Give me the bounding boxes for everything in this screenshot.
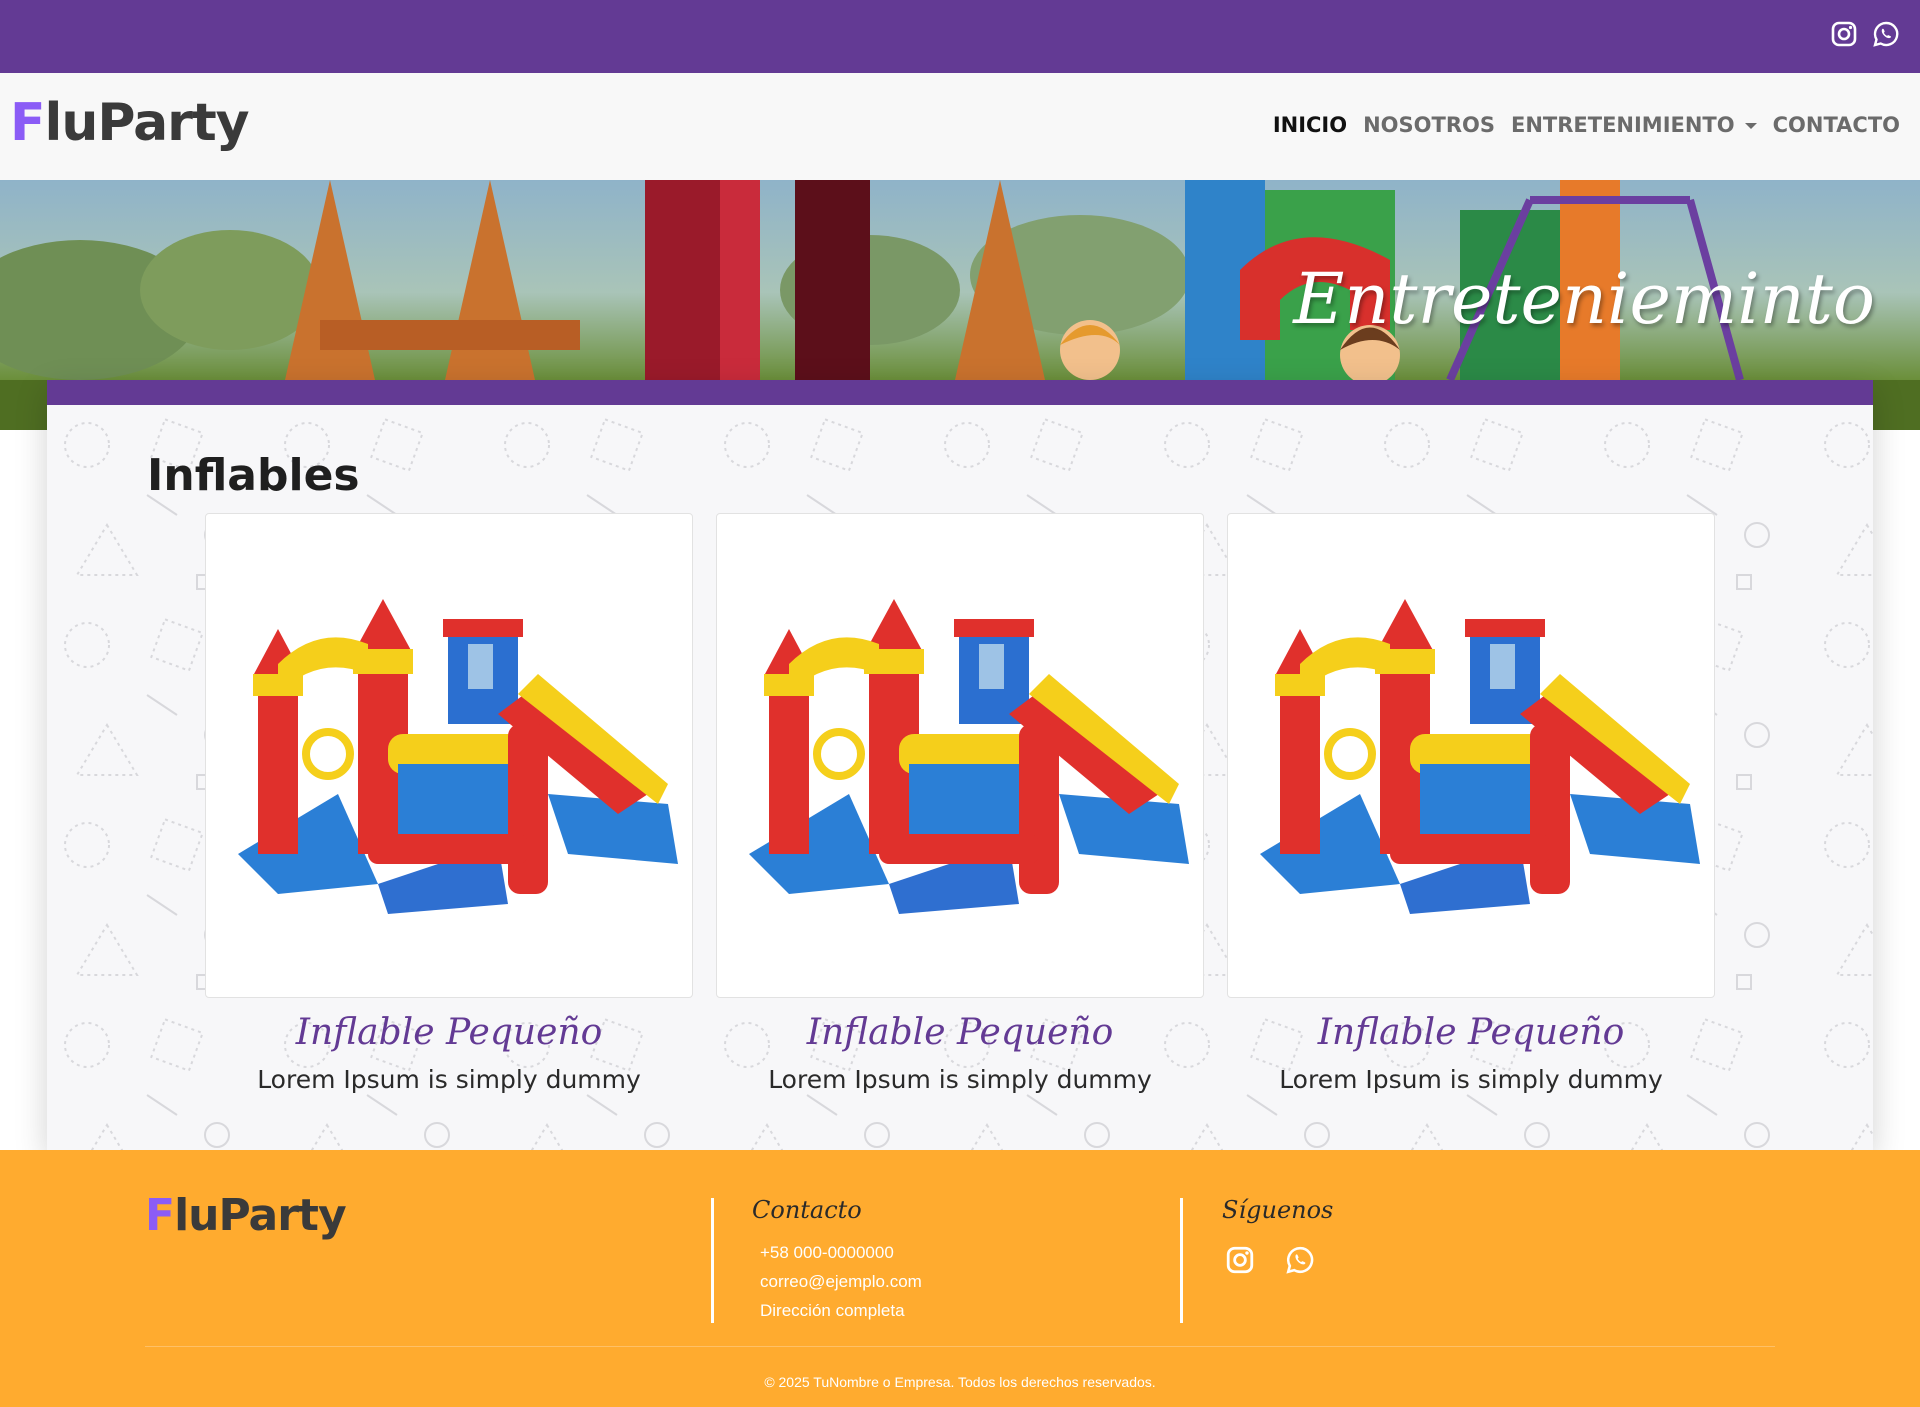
- footer-divider: [1180, 1198, 1183, 1323]
- nav-contacto[interactable]: CONTACTO: [1773, 113, 1900, 137]
- contact-address: Dirección completa: [760, 1301, 905, 1320]
- logo-first-letter: F: [10, 93, 46, 153]
- hero-title: Entretenieminto: [1293, 258, 1875, 340]
- product-card[interactable]: Inflable Pequeño Lorem Ipsum is simply d…: [716, 513, 1204, 1094]
- product-card[interactable]: Inflable Pequeño Lorem Ipsum is simply d…: [1227, 513, 1715, 1094]
- nav-entretenimiento-label: ENTRETENIMIENTO: [1510, 113, 1735, 137]
- footer-logo[interactable]: FluParty: [145, 1190, 347, 1241]
- card-accent-bar: [47, 380, 1873, 405]
- contact-email[interactable]: correo@ejemplo.com: [760, 1267, 922, 1296]
- product-description: Lorem Ipsum is simply dummy: [257, 1065, 641, 1094]
- whatsapp-icon[interactable]: [1285, 1245, 1315, 1275]
- copyright: © 2025 TuNombre o Empresa. Todos los der…: [764, 1374, 1156, 1390]
- product-image-frame: [716, 513, 1204, 998]
- contact-phone[interactable]: +58 000-0000000: [760, 1238, 922, 1267]
- bounce-house-image: [238, 599, 678, 914]
- contact-heading: Contacto: [752, 1196, 862, 1224]
- footer-separator: [145, 1346, 1775, 1347]
- content-card: Inflables Inflable Pequeño Lorem Ipsum i…: [47, 380, 1873, 1150]
- brand-logo[interactable]: FluParty: [10, 93, 250, 153]
- logo-text: luParty: [44, 93, 250, 153]
- product-image-frame: [1227, 513, 1715, 998]
- whatsapp-icon[interactable]: [1872, 20, 1900, 48]
- bounce-house-image: [749, 599, 1189, 914]
- nav-entretenimiento[interactable]: ENTRETENIMIENTO: [1511, 113, 1757, 137]
- top-bar: [0, 0, 1920, 73]
- product-name: Inflable Pequeño: [806, 1012, 1114, 1053]
- nav-inicio[interactable]: INICIO: [1273, 113, 1347, 137]
- product-description: Lorem Ipsum is simply dummy: [1279, 1065, 1663, 1094]
- section-title: Inflables: [147, 450, 360, 501]
- footer-social-links: [1225, 1245, 1315, 1275]
- chevron-down-icon: [1744, 123, 1757, 129]
- footer: FluParty Contacto +58 000-0000000 correo…: [0, 1150, 1920, 1407]
- logo-text: luParty: [174, 1190, 347, 1241]
- main-nav: INICIO NOSOTROS ENTRETENIMIENTO CONTACTO: [1273, 113, 1900, 137]
- instagram-icon[interactable]: [1225, 1245, 1255, 1275]
- nav-nosotros[interactable]: NOSOTROS: [1363, 113, 1495, 137]
- follow-heading: Síguenos: [1222, 1196, 1334, 1224]
- footer-divider: [711, 1198, 714, 1323]
- contact-list: +58 000-0000000 correo@ejemplo.com Direc…: [760, 1238, 922, 1325]
- bounce-house-image: [1260, 599, 1700, 914]
- product-name: Inflable Pequeño: [295, 1012, 603, 1053]
- logo-first-letter: F: [145, 1190, 175, 1241]
- product-card[interactable]: Inflable Pequeño Lorem Ipsum is simply d…: [205, 513, 693, 1094]
- top-social-links: [1830, 20, 1900, 48]
- product-description: Lorem Ipsum is simply dummy: [768, 1065, 1152, 1094]
- navbar: FluParty INICIO NOSOTROS ENTRETENIMIENTO…: [0, 73, 1920, 180]
- product-name: Inflable Pequeño: [1317, 1012, 1625, 1053]
- product-image-frame: [205, 513, 693, 998]
- instagram-icon[interactable]: [1830, 20, 1858, 48]
